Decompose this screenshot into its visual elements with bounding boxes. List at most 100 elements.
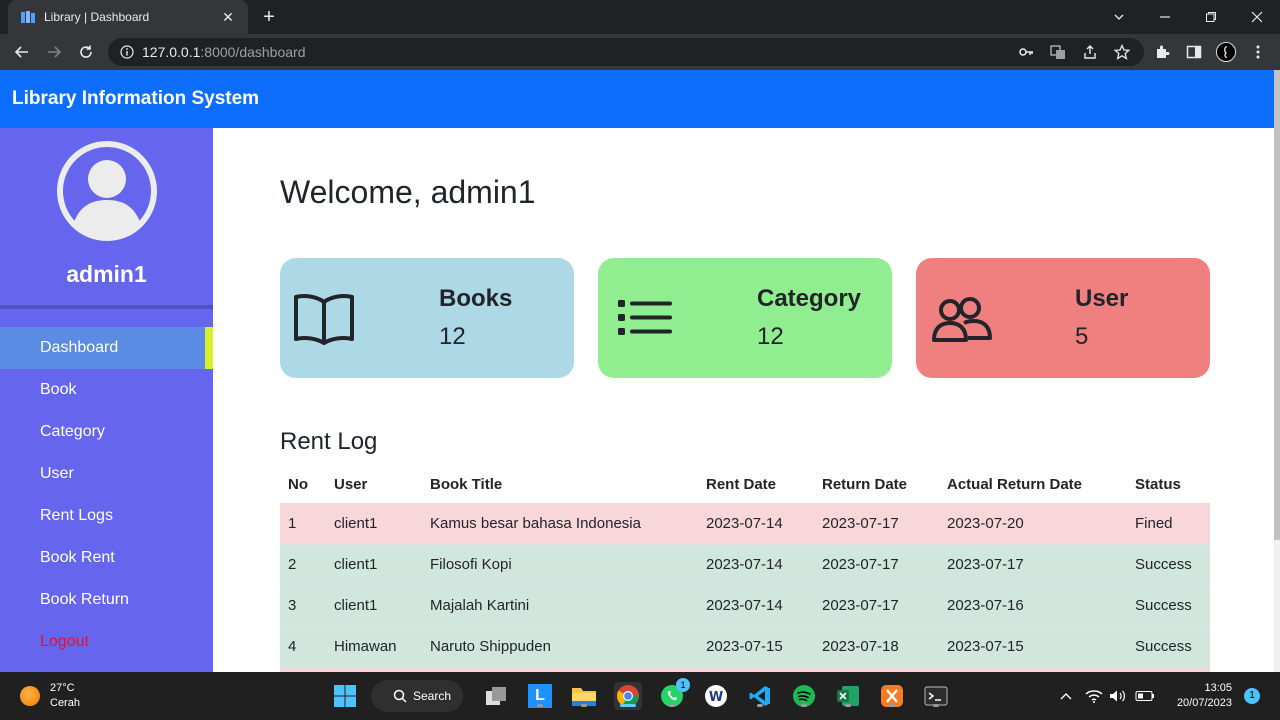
- cell-rent-date: 2023-07-14: [698, 543, 814, 585]
- sidebar-item-book[interactable]: Book: [0, 369, 213, 411]
- chrome-icon[interactable]: [614, 682, 642, 710]
- taskbar-clock[interactable]: 13:05 20/07/2023: [1170, 681, 1232, 711]
- taskbar-search[interactable]: Search: [371, 680, 463, 712]
- new-tab-button[interactable]: +: [258, 6, 280, 28]
- sidebar-menu: Dashboard Book Category User Rent Logs B…: [0, 327, 213, 663]
- user-card[interactable]: User 5: [916, 258, 1210, 378]
- battery-icon[interactable]: [1134, 682, 1156, 710]
- excel-icon[interactable]: [834, 682, 862, 710]
- tab-title: Library | Dashboard: [44, 10, 150, 24]
- word-icon[interactable]: W: [702, 682, 730, 710]
- weather-widget[interactable]: 27°C Cerah: [20, 681, 80, 711]
- share-icon[interactable]: [1082, 44, 1098, 60]
- cell-user: client1: [326, 543, 422, 585]
- translate-icon[interactable]: [1050, 44, 1066, 60]
- bookmark-star-icon[interactable]: [1114, 44, 1130, 60]
- sidebar-item-dashboard[interactable]: Dashboard: [0, 327, 213, 369]
- book-icon: [294, 294, 354, 345]
- web-page: Library Information System admin1 Dashbo…: [0, 70, 1280, 672]
- table-row: 1 client1 Kamus besar bahasa Indonesia 2…: [280, 502, 1210, 544]
- wifi-icon[interactable]: [1084, 682, 1104, 710]
- terminal-icon[interactable]: [922, 682, 950, 710]
- profile-avatar[interactable]: [1216, 42, 1236, 62]
- vscode-icon[interactable]: [746, 682, 774, 710]
- browser-tab[interactable]: Library | Dashboard ✕: [8, 0, 248, 34]
- books-card-value: 12: [439, 323, 466, 350]
- sidebar-item-user[interactable]: User: [0, 453, 213, 495]
- users-icon: [932, 297, 992, 342]
- side-panel-icon[interactable]: [1184, 42, 1204, 62]
- rent-log-table: No User Book Title Rent Date Return Date…: [280, 467, 1210, 672]
- cell-actual-return-date: 2023-07-15: [939, 625, 1127, 667]
- url-path: :8000/dashboard: [200, 44, 306, 60]
- close-window-button[interactable]: [1234, 0, 1280, 34]
- sidebar-item-category[interactable]: Category: [0, 411, 213, 453]
- page-scrollbar[interactable]: [1274, 70, 1280, 672]
- cell-rent-date: 2023-07-14: [698, 584, 814, 626]
- table-row: 2 client1 Filosofi Kopi 2023-07-14 2023-…: [280, 543, 1210, 585]
- cell-rent-date: 2023-07-15: [698, 625, 814, 667]
- list-icon: [618, 300, 672, 335]
- cell-no: 2: [280, 543, 326, 585]
- sidebar-item-book-rent[interactable]: Book Rent: [0, 537, 213, 579]
- user-avatar-icon: [57, 141, 157, 241]
- table-row: 3 client1 Majalah Kartini 2023-07-14 202…: [280, 584, 1210, 626]
- col-user: User: [334, 476, 368, 494]
- col-actual-return-date: Actual Return Date: [947, 476, 1083, 494]
- cell-actual-return-date: 2023-07-17: [939, 543, 1127, 585]
- books-card[interactable]: Books 12: [280, 258, 574, 378]
- browser-tabstrip: Library | Dashboard ✕ +: [0, 0, 1280, 34]
- weather-condition: Cerah: [50, 697, 80, 709]
- key-icon[interactable]: [1018, 44, 1034, 60]
- cell-status: Success: [1127, 584, 1210, 626]
- app-l-icon[interactable]: L: [526, 682, 554, 710]
- tab-close-icon[interactable]: ✕: [220, 9, 236, 26]
- tab-search-icon[interactable]: [1096, 0, 1142, 34]
- task-view-icon[interactable]: [482, 682, 510, 710]
- forward-button[interactable]: [42, 40, 66, 64]
- extensions-icon[interactable]: [1152, 42, 1172, 62]
- table-header-row: No User Book Title Rent Date Return Date…: [280, 467, 1210, 503]
- cell-no: 4: [280, 625, 326, 667]
- scrollbar-thumb[interactable]: [1274, 70, 1280, 540]
- xampp-icon[interactable]: [878, 682, 906, 710]
- col-return-date: Return Date: [822, 476, 908, 494]
- table-row: 4 Himawan Naruto Shippuden 2023-07-15 20…: [280, 625, 1210, 667]
- cell-user: client1: [326, 502, 422, 544]
- address-bar[interactable]: 127.0.0.1:8000/dashboard: [108, 38, 1144, 66]
- cell-user: Himawan: [326, 625, 422, 667]
- weather-temperature: 27°C: [50, 682, 75, 694]
- os-taskbar: 27°C Cerah Search L 1 W 13:05 20/07/2023…: [0, 672, 1280, 720]
- spotify-icon[interactable]: [790, 682, 818, 710]
- browser-menu-icon[interactable]: [1248, 42, 1268, 62]
- books-card-title: Books: [439, 285, 513, 312]
- sidebar-item-logout[interactable]: Logout: [0, 621, 213, 663]
- category-card[interactable]: Category 12: [598, 258, 892, 378]
- main-content: Welcome, admin1 Books 12 Category 12 Use…: [213, 128, 1274, 672]
- cell-return-date: 2023-07-17: [814, 584, 939, 626]
- volume-icon[interactable]: [1108, 682, 1128, 710]
- chevron-up-icon[interactable]: [1052, 682, 1080, 710]
- cell-no: 3: [280, 584, 326, 626]
- app-brand[interactable]: Library Information System: [12, 88, 259, 110]
- sidebar-item-rent-logs[interactable]: Rent Logs: [0, 495, 213, 537]
- restore-button[interactable]: [1188, 0, 1234, 34]
- cell-return-date: 2023-07-17: [814, 502, 939, 544]
- back-button[interactable]: [10, 40, 34, 64]
- file-explorer-icon[interactable]: [570, 682, 598, 710]
- cell-actual-return-date: 2023-07-16: [939, 584, 1127, 626]
- cell-book-title: Filosofi Kopi: [422, 543, 698, 585]
- browser-toolbar: 127.0.0.1:8000/dashboard: [0, 34, 1280, 70]
- notification-badge[interactable]: 1: [1244, 688, 1260, 704]
- search-label: Search: [413, 689, 452, 703]
- cell-no: 1: [280, 502, 326, 544]
- start-icon[interactable]: [331, 682, 359, 710]
- reload-button[interactable]: [74, 40, 98, 64]
- sidebar-item-book-return[interactable]: Book Return: [0, 579, 213, 621]
- sun-icon: [20, 686, 40, 706]
- minimize-button[interactable]: [1142, 0, 1188, 34]
- whatsapp-icon[interactable]: 1: [658, 678, 690, 710]
- site-info-icon[interactable]: [120, 45, 134, 59]
- user-card-value: 5: [1075, 323, 1089, 350]
- search-icon: [393, 689, 407, 703]
